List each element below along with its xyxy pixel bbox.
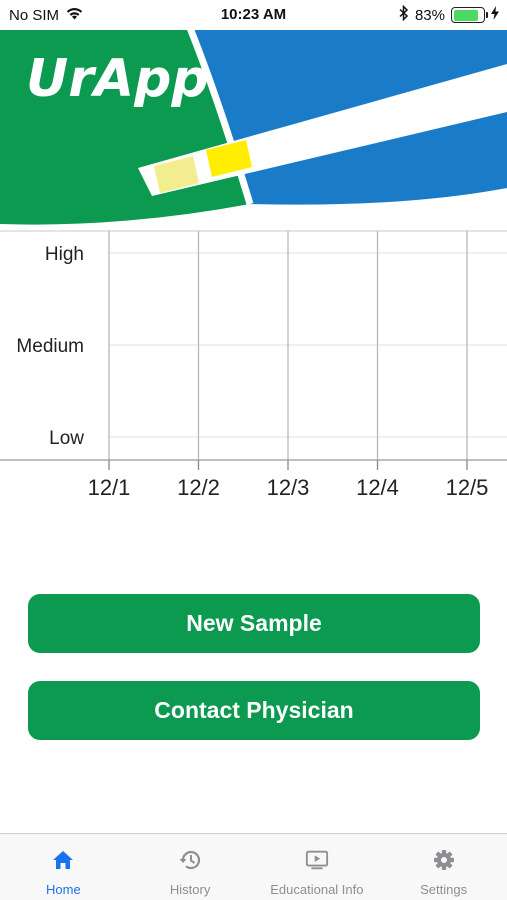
app-logo-text: UrApp	[26, 49, 209, 109]
video-icon	[305, 848, 329, 872]
battery-level	[453, 9, 478, 21]
bluetooth-icon	[399, 4, 409, 25]
x-tick-label: 12/4	[356, 475, 399, 500]
app-banner: UrApp	[0, 28, 507, 228]
charging-icon	[491, 6, 499, 24]
y-tick-label: High	[45, 244, 84, 265]
tab-home-label: Home	[46, 882, 81, 897]
history-icon	[178, 848, 202, 872]
tab-settings-label: Settings	[420, 882, 468, 897]
tab-settings[interactable]: Settings	[380, 834, 507, 900]
results-chart: Low Medium High 12/1 12/2 12/3 12/4 12/5	[0, 228, 507, 518]
new-sample-button[interactable]: New Sample	[28, 594, 480, 653]
x-tick-label: 12/2	[177, 475, 220, 500]
tab-bar: Home History Educational Info Settings	[0, 833, 507, 900]
tab-home[interactable]: Home	[0, 834, 127, 900]
x-tick-label: 12/3	[267, 475, 310, 500]
gear-icon	[432, 848, 456, 872]
x-tick-label: 12/1	[88, 475, 131, 500]
battery-icon	[451, 7, 488, 23]
tab-educational-info[interactable]: Educational Info	[254, 834, 381, 900]
contact-physician-button[interactable]: Contact Physician	[28, 681, 480, 740]
home-icon	[51, 848, 75, 872]
tab-history-label: History	[169, 882, 211, 897]
status-bar: No SIM 10:23 AM 83%	[0, 0, 507, 30]
status-right: 83%	[399, 4, 499, 25]
y-tick-label: Low	[49, 428, 84, 449]
y-tick-label: Medium	[16, 336, 84, 357]
battery-percent: 83%	[414, 6, 445, 24]
tab-educational-info-label: Educational Info	[270, 882, 364, 897]
x-tick-label: 12/5	[446, 475, 489, 500]
tab-history[interactable]: History	[127, 834, 254, 900]
chart-canvas: Low Medium High 12/1 12/2 12/3 12/4 12/5	[0, 230, 507, 500]
